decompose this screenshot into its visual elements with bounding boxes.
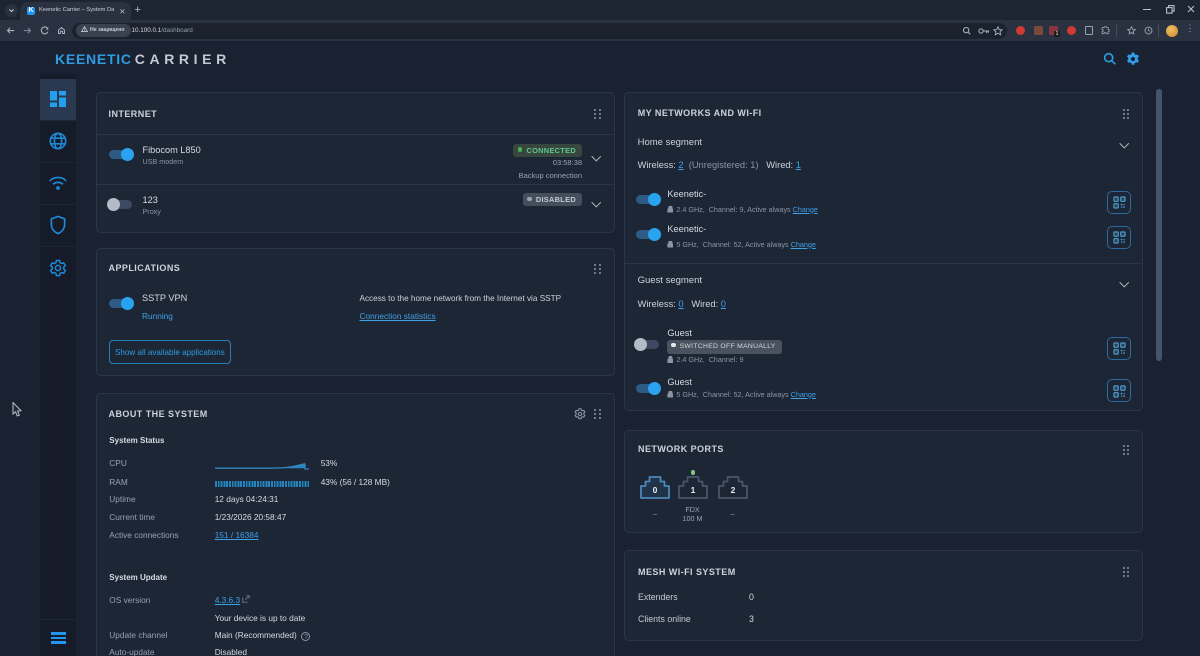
svg-text:1: 1 (690, 485, 695, 495)
svg-text:0: 0 (653, 485, 658, 495)
svg-text:2: 2 (730, 485, 735, 495)
